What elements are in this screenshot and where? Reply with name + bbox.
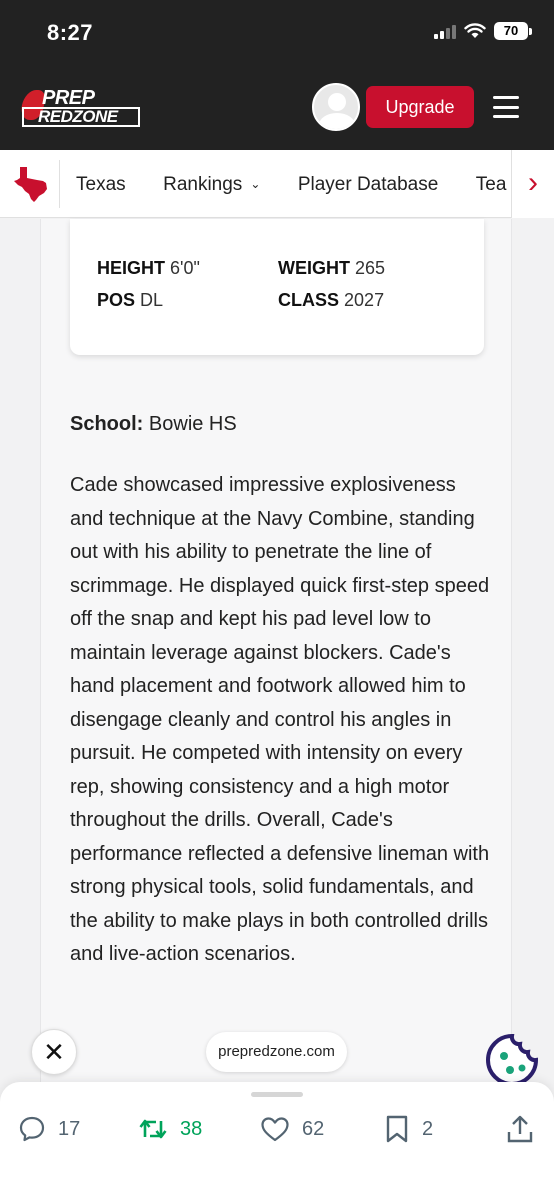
retweet-button[interactable]: 38 <box>138 1114 202 1144</box>
stat-label: WEIGHT <box>278 258 350 278</box>
bookmark-button[interactable]: 2 <box>384 1114 433 1144</box>
nav-bar: Texas Rankings ⌄ Player Database Tea › <box>0 150 554 218</box>
cookie-icon[interactable] <box>484 1032 540 1088</box>
nav-item-teams[interactable]: Tea <box>476 151 507 218</box>
battery-level: 70 <box>494 22 528 40</box>
stat-value: 2027 <box>344 290 385 310</box>
site-logo[interactable]: PREP REDZONE <box>18 87 140 128</box>
user-avatar[interactable] <box>312 83 360 131</box>
reply-icon <box>19 1116 45 1142</box>
bookmark-icon <box>386 1115 408 1143</box>
stat-value: DL <box>140 290 164 310</box>
logo-text-bottom: REDZONE <box>22 107 140 127</box>
stat-value: 6'0" <box>170 258 200 278</box>
retweet-count: 38 <box>180 1117 203 1140</box>
logo-text-top: PREP <box>42 87 95 109</box>
close-icon[interactable]: ✕ <box>31 1029 77 1075</box>
stat-weight: WEIGHT 265 <box>278 258 385 279</box>
heart-icon <box>261 1117 289 1142</box>
domain-pill[interactable]: prepredzone.com <box>206 1032 347 1072</box>
nav-item-rankings[interactable]: Rankings ⌄ <box>163 150 260 218</box>
player-stats-card: HEIGHT 6'0" WEIGHT 265 POS DL CLASS 2027 <box>70 219 484 355</box>
chevron-right-icon[interactable]: › <box>511 150 554 218</box>
wifi-icon <box>464 23 486 38</box>
texas-state-icon[interactable] <box>12 165 50 203</box>
school-value: Bowie HS <box>148 413 237 435</box>
signal-icon <box>434 23 456 39</box>
stat-height: HEIGHT 6'0" <box>97 258 200 279</box>
stat-pos: POS DL <box>97 290 163 311</box>
nav-items: Texas Rankings ⌄ Player Database Tea <box>76 150 510 218</box>
stat-label: POS <box>97 290 136 310</box>
bookmark-count: 2 <box>422 1117 434 1140</box>
upgrade-button[interactable]: Upgrade <box>366 86 474 128</box>
share-button[interactable] <box>506 1114 546 1144</box>
stat-label: HEIGHT <box>97 258 166 278</box>
nav-item-label: Rankings <box>163 174 243 195</box>
chevron-down-icon: ⌄ <box>250 177 261 191</box>
reply-button[interactable]: 17 <box>18 1114 80 1144</box>
tweet-action-bar: 17 38 62 2 <box>0 1082 554 1200</box>
reply-count: 17 <box>58 1117 81 1140</box>
battery-icon: 70 <box>494 22 532 40</box>
stat-class: CLASS 2027 <box>278 290 384 311</box>
sheet-grabber[interactable] <box>251 1092 303 1097</box>
site-header: PREP REDZONE Upgrade <box>0 68 554 150</box>
hamburger-menu-icon[interactable] <box>493 96 519 118</box>
stat-value: 265 <box>355 258 386 278</box>
like-button[interactable]: 62 <box>260 1114 324 1144</box>
retweet-icon <box>139 1119 167 1139</box>
like-count: 62 <box>302 1117 325 1140</box>
school-line: School: Bowie HS <box>70 413 237 436</box>
school-label: School: <box>70 413 144 435</box>
status-icons: 70 <box>434 22 532 40</box>
share-icon <box>507 1115 533 1143</box>
status-bar: 8:27 70 <box>0 0 554 68</box>
player-description: Cade showcased impressive explosiveness … <box>70 474 490 965</box>
nav-divider <box>59 160 60 208</box>
nav-item-texas[interactable]: Texas <box>76 151 126 218</box>
status-time: 8:27 <box>47 20 94 45</box>
stat-label: CLASS <box>278 290 340 310</box>
nav-item-player-database[interactable]: Player Database <box>298 151 438 218</box>
